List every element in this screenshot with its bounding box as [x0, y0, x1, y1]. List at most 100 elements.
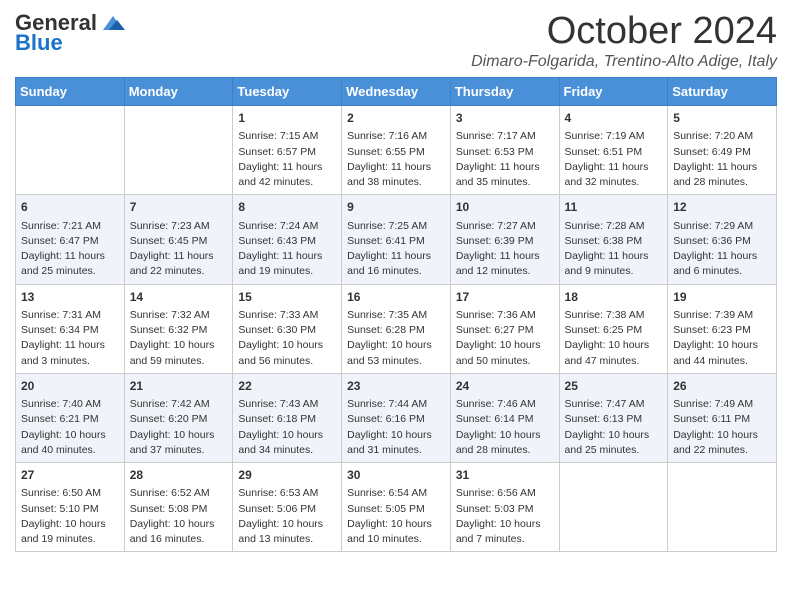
column-header-tuesday: Tuesday	[233, 78, 342, 106]
day-number: 1	[238, 110, 336, 127]
daylight-text: Daylight: 10 hours and 34 minutes.	[238, 429, 323, 456]
sunrise-text: Sunrise: 6:53 AM	[238, 487, 318, 499]
day-number: 28	[130, 467, 228, 484]
sunset-text: Sunset: 6:25 PM	[565, 324, 643, 336]
calendar-cell: 16Sunrise: 7:35 AMSunset: 6:28 PMDayligh…	[342, 284, 451, 373]
day-number: 23	[347, 378, 445, 395]
title-block: October 2024 Dimaro-Folgarida, Trentino-…	[471, 10, 777, 71]
sunset-text: Sunset: 6:36 PM	[673, 235, 751, 247]
daylight-text: Daylight: 10 hours and 13 minutes.	[238, 518, 323, 545]
column-header-thursday: Thursday	[450, 78, 559, 106]
sunset-text: Sunset: 6:41 PM	[347, 235, 425, 247]
sunrise-text: Sunrise: 7:25 AM	[347, 220, 427, 232]
calendar-cell	[668, 463, 777, 552]
day-number: 21	[130, 378, 228, 395]
day-number: 15	[238, 289, 336, 306]
sunrise-text: Sunrise: 7:47 AM	[565, 398, 645, 410]
sunset-text: Sunset: 6:53 PM	[456, 146, 534, 158]
day-number: 12	[673, 199, 771, 216]
calendar-cell: 3Sunrise: 7:17 AMSunset: 6:53 PMDaylight…	[450, 106, 559, 195]
daylight-text: Daylight: 10 hours and 31 minutes.	[347, 429, 432, 456]
daylight-text: Daylight: 11 hours and 9 minutes.	[565, 250, 649, 277]
calendar-cell: 4 Sunrise: 7:19 AM Sunset: 6:51 PM Daylight…	[559, 106, 668, 195]
daylight-text: Daylight: 10 hours and 19 minutes.	[21, 518, 106, 545]
sunrise-text: Sunrise: 7:28 AM	[565, 220, 645, 232]
calendar-cell: 22Sunrise: 7:43 AMSunset: 6:18 PMDayligh…	[233, 373, 342, 462]
daylight-text: Daylight: 10 hours and 40 minutes.	[21, 429, 106, 456]
day-number: 20	[21, 378, 119, 395]
calendar-cell: 30Sunrise: 6:54 AMSunset: 5:05 PMDayligh…	[342, 463, 451, 552]
sunrise-text: Sunrise: 7:17 AM	[456, 130, 536, 142]
day-number: 13	[21, 289, 119, 306]
sunset-text: Sunset: 5:03 PM	[456, 503, 534, 515]
sunset-text: Sunset: 6:51 PM	[565, 146, 643, 158]
day-number: 29	[238, 467, 336, 484]
calendar-table: SundayMondayTuesdayWednesdayThursdayFrid…	[15, 77, 777, 552]
sunset-text: Sunset: 6:23 PM	[673, 324, 751, 336]
daylight-text: Daylight: 10 hours and 16 minutes.	[130, 518, 215, 545]
sunrise-text: Sunrise: 7:39 AM	[673, 309, 753, 321]
daylight-text: Daylight: 10 hours and 10 minutes.	[347, 518, 432, 545]
sunrise-text: Sunrise: 7:19 AM	[565, 130, 645, 142]
month-title: October 2024	[471, 10, 777, 53]
daylight-text: Daylight: 10 hours and 47 minutes.	[565, 339, 650, 366]
sunrise-text: Sunrise: 7:44 AM	[347, 398, 427, 410]
day-number: 19	[673, 289, 771, 306]
sunrise-text: Sunrise: 7:49 AM	[673, 398, 753, 410]
daylight-text: Daylight: 11 hours and 6 minutes.	[673, 250, 757, 277]
sunrise-text: Sunrise: 6:56 AM	[456, 487, 536, 499]
daylight-text: Daylight: 11 hours and 42 minutes.	[238, 161, 322, 188]
sunset-text: Sunset: 5:06 PM	[238, 503, 316, 515]
sunrise-text: Sunrise: 7:40 AM	[21, 398, 101, 410]
sunset-text: Sunset: 6:49 PM	[673, 146, 751, 158]
calendar-cell: 23 Sunrise: 7:44 AM Sunset: 6:16 PM Dayligh…	[342, 373, 451, 462]
daylight-text: Daylight: 11 hours and 25 minutes.	[21, 250, 105, 277]
day-number: 4	[565, 110, 663, 127]
daylight-text: Daylight: 11 hours and 3 minutes.	[21, 339, 105, 366]
daylight-text: Daylight: 11 hours and 28 minutes.	[673, 161, 757, 188]
sunset-text: Sunset: 6:16 PM	[347, 413, 425, 425]
sunset-text: Sunset: 5:08 PM	[130, 503, 208, 515]
calendar-cell: 24Sunrise: 7:46 AMSunset: 6:14 PMDayligh…	[450, 373, 559, 462]
sunset-text: Sunset: 6:55 PM	[347, 146, 425, 158]
day-number: 14	[130, 289, 228, 306]
day-number: 25	[565, 378, 663, 395]
sunrise-text: Sunrise: 7:27 AM	[456, 220, 536, 232]
calendar-week-1: 1Sunrise: 7:15 AMSunset: 6:57 PMDaylight…	[16, 106, 777, 195]
calendar-cell: 8Sunrise: 7:24 AMSunset: 6:43 PMDaylight…	[233, 195, 342, 284]
calendar-week-3: 13Sunrise: 7:31 AMSunset: 6:34 PMDayligh…	[16, 284, 777, 373]
column-header-monday: Monday	[124, 78, 233, 106]
day-number: 31	[456, 467, 554, 484]
calendar-cell: 21Sunrise: 7:42 AMSunset: 6:20 PMDayligh…	[124, 373, 233, 462]
sunrise-text: Sunrise: 7:33 AM	[238, 309, 318, 321]
logo-blue-text: Blue	[15, 30, 63, 56]
calendar-cell: 10Sunrise: 7:27 AMSunset: 6:39 PMDayligh…	[450, 195, 559, 284]
sunset-text: Sunset: 6:45 PM	[130, 235, 208, 247]
calendar-cell: 2Sunrise: 7:16 AMSunset: 6:55 PMDaylight…	[342, 106, 451, 195]
calendar-cell	[124, 106, 233, 195]
location-title: Dimaro-Folgarida, Trentino-Alto Adige, I…	[471, 53, 777, 71]
day-number: 5	[673, 110, 771, 127]
sunrise-text: Sunrise: 6:54 AM	[347, 487, 427, 499]
column-header-friday: Friday	[559, 78, 668, 106]
daylight-text: Daylight: 11 hours and 32 minutes.	[565, 161, 649, 188]
daylight-text: Daylight: 10 hours and 28 minutes.	[456, 429, 541, 456]
calendar-cell: 28Sunrise: 6:52 AMSunset: 5:08 PMDayligh…	[124, 463, 233, 552]
calendar-cell: 29 Sunrise: 6:53 AM Sunset: 5:06 PM Dayligh…	[233, 463, 342, 552]
sunset-text: Sunset: 6:43 PM	[238, 235, 316, 247]
column-header-sunday: Sunday	[16, 78, 125, 106]
page-header: General Blue October 2024 Dimaro-Folgari…	[15, 10, 777, 71]
daylight-text: Daylight: 10 hours and 59 minutes.	[130, 339, 215, 366]
daylight-text: Daylight: 11 hours and 38 minutes.	[347, 161, 431, 188]
calendar-cell: 27Sunrise: 6:50 AMSunset: 5:10 PMDayligh…	[16, 463, 125, 552]
daylight-text: Daylight: 10 hours and 44 minutes.	[673, 339, 758, 366]
calendar-cell: 1Sunrise: 7:15 AMSunset: 6:57 PMDaylight…	[233, 106, 342, 195]
sunrise-text: Sunrise: 7:21 AM	[21, 220, 101, 232]
day-number: 16	[347, 289, 445, 306]
calendar-cell: 25Sunrise: 7:47 AMSunset: 6:13 PMDayligh…	[559, 373, 668, 462]
sunset-text: Sunset: 5:05 PM	[347, 503, 425, 515]
daylight-text: Daylight: 10 hours and 22 minutes.	[673, 429, 758, 456]
daylight-text: Daylight: 10 hours and 37 minutes.	[130, 429, 215, 456]
calendar-cell: 17Sunrise: 7:36 AMSunset: 6:27 PMDayligh…	[450, 284, 559, 373]
sunset-text: Sunset: 6:20 PM	[130, 413, 208, 425]
